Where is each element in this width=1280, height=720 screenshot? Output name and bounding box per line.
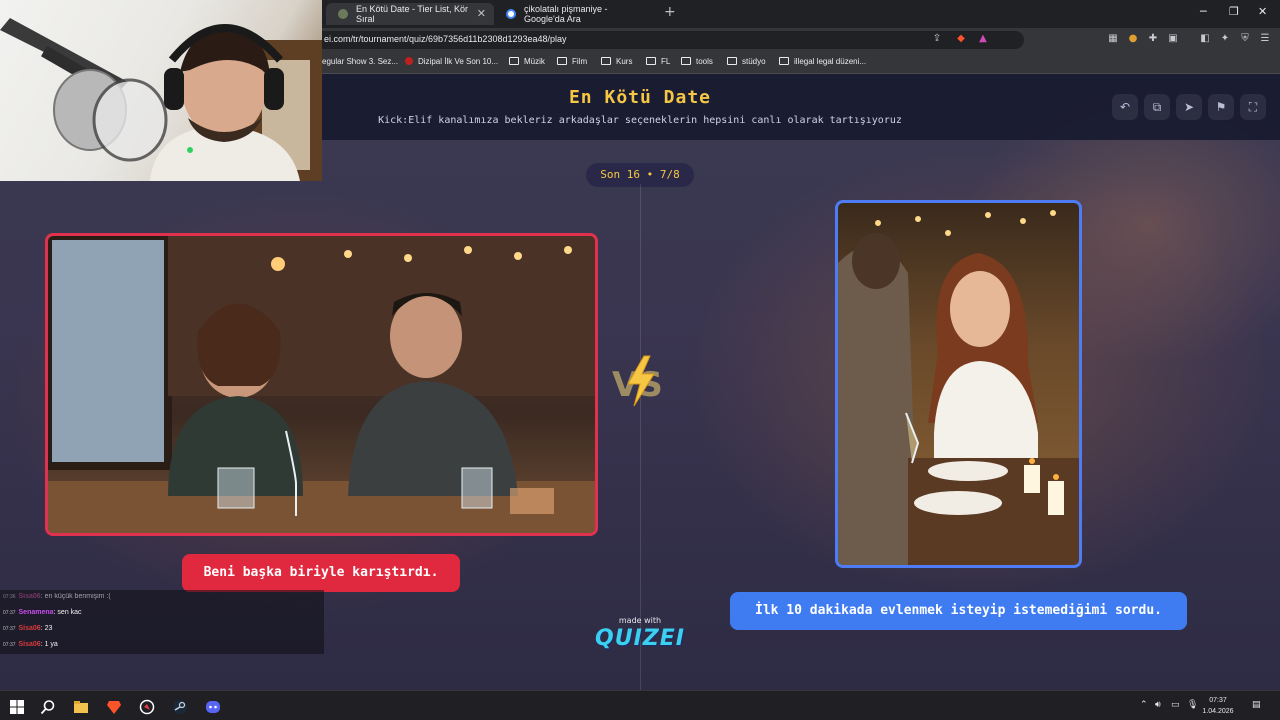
vpn-shield-icon[interactable]: ⛨ <box>1239 33 1251 45</box>
bookmark-folder-fl[interactable]: FL <box>646 57 670 66</box>
tab-en-kotu-date[interactable]: En Kötü Date - Tier List, Kör Sıral ✕ <box>326 3 494 25</box>
folder-icon <box>727 57 737 65</box>
folder-icon <box>601 57 611 65</box>
undo-button[interactable]: ↶ <box>1112 94 1138 120</box>
streaming-app-icon[interactable] <box>139 699 155 715</box>
brave-browser-icon[interactable] <box>106 699 122 715</box>
center-divider <box>640 184 641 690</box>
tray-overflow-icon[interactable]: ⌃ <box>1140 700 1148 710</box>
bookmark-regular-show[interactable]: egular Show 3. Sez... <box>322 57 398 66</box>
bookmark-folder-kurs[interactable]: Kurs <box>601 57 632 66</box>
bookmark-dizipal[interactable]: Dizipal İlk Ve Son 10... <box>405 57 498 66</box>
quiz-title: En Kötü Date <box>568 87 712 108</box>
quizei-favicon-icon <box>338 9 348 19</box>
left-choice-button[interactable]: Beni başka biriyle karıştırdı. <box>182 554 460 592</box>
woman-shocked-dinner-image <box>838 210 1079 565</box>
bookmark-folder-studyo[interactable]: stüdyo <box>727 57 766 66</box>
search-icon[interactable] <box>40 699 56 715</box>
leo-ai-icon[interactable]: ✦ <box>1219 33 1231 45</box>
webcam-overlay <box>0 0 322 181</box>
tab-label: çikolatalı pişmaniye - Google'da Ara <box>524 4 608 24</box>
folder-icon <box>681 57 691 65</box>
bookmark-folder-tools[interactable]: tools <box>681 57 713 66</box>
bookmark-folder-muzik[interactable]: Müzik <box>509 57 545 66</box>
puzzle-extensions-icon[interactable]: ✚ <box>1147 33 1159 45</box>
versus-emblem: VS <box>612 355 663 407</box>
restore-icon[interactable]: ❐ <box>1229 5 1239 18</box>
folder-icon <box>509 57 519 65</box>
brave-rewards-icon[interactable]: ▲ <box>977 33 989 45</box>
bookmark-folder-film[interactable]: Film <box>557 57 587 66</box>
share-button[interactable]: ➤ <box>1176 94 1202 120</box>
site-icon <box>405 57 413 65</box>
shuffle-button[interactable]: ⧉ <box>1144 94 1170 120</box>
chat-message: 07:37 Sisa06: 23 <box>3 625 53 632</box>
quiz-subtitle: Kick:Elif kanalımıza bekleriz arkadaşlar… <box>378 115 902 126</box>
chat-message: 07:37 Sisa06: 1 ya <box>3 641 58 648</box>
clock-time: 07:37 <box>1209 697 1227 704</box>
sidebar-icon[interactable]: ◧ <box>1199 33 1211 45</box>
close-tab-icon[interactable]: ✕ <box>477 7 486 20</box>
chat-message: 07:36 Sisa06: en küçük benmişim :( <box>3 593 111 600</box>
quizei-logo[interactable]: QUIZEI <box>592 626 688 651</box>
windows-start-icon[interactable] <box>9 699 25 715</box>
cookie-extension-icon[interactable]: ● <box>1127 33 1139 45</box>
report-flag-button[interactable]: ⚑ <box>1208 94 1234 120</box>
clock-date: 1.04.2026 <box>1202 708 1234 715</box>
bookmark-folder-illegal[interactable]: illegal legal düzeni... <box>779 57 866 66</box>
minimize-icon[interactable]: ─ <box>1200 5 1207 18</box>
chat-overlay: 07:36 Sisa06: en küçük benmişim :( 07:37 S… <box>0 590 324 654</box>
tab-label: En Kötü Date - Tier List, Kör Sıral <box>356 4 469 24</box>
extension-icon[interactable]: ▦ <box>1107 33 1119 45</box>
share-icon[interactable]: ⇪ <box>931 33 943 45</box>
fullscreen-button[interactable]: ⛶ <box>1240 94 1266 120</box>
chat-message: 07:37 Senamena: sen kac <box>3 609 82 616</box>
folder-icon <box>779 57 789 65</box>
right-choice-button[interactable]: İlk 10 dakikada evlenmek isteyip istemed… <box>730 592 1187 630</box>
network-icon[interactable]: ▭ <box>1171 700 1180 710</box>
media-icon[interactable]: ▣ <box>1167 33 1179 45</box>
file-explorer-icon[interactable] <box>73 699 89 715</box>
volume-icon[interactable]: 🔊︎ <box>1155 700 1161 710</box>
couple-laughing-cafe-image <box>48 236 595 533</box>
folder-icon <box>646 57 656 65</box>
steam-icon[interactable] <box>172 699 188 715</box>
windows-taskbar: ⌃ 🔊︎ ▭ 🎙︎ 07:37 1.04.2026 ▤ <box>0 690 1280 720</box>
url-text[interactable]: ei.com/tr/tournament/quiz/69b7356d11b230… <box>324 34 567 44</box>
taskbar-clock[interactable]: 07:37 1.04.2026 <box>1196 695 1240 717</box>
streamer-webcam-image <box>0 18 322 181</box>
folder-icon <box>557 57 567 65</box>
new-tab-icon[interactable]: + <box>664 4 676 20</box>
menu-icon[interactable]: ☰ <box>1259 33 1271 45</box>
discord-icon[interactable] <box>205 699 221 715</box>
tab-google-search[interactable]: çikolatalı pişmaniye - Google'da Ara <box>494 3 660 25</box>
close-window-icon[interactable]: ✕ <box>1258 5 1267 18</box>
right-option-image[interactable] <box>835 200 1082 568</box>
notifications-icon[interactable]: ▤ <box>1252 700 1261 710</box>
google-favicon-icon <box>506 9 516 19</box>
brave-shields-icon[interactable]: ◆ <box>955 33 967 45</box>
made-with-label: made with <box>618 616 662 625</box>
left-option-image[interactable] <box>45 233 598 536</box>
